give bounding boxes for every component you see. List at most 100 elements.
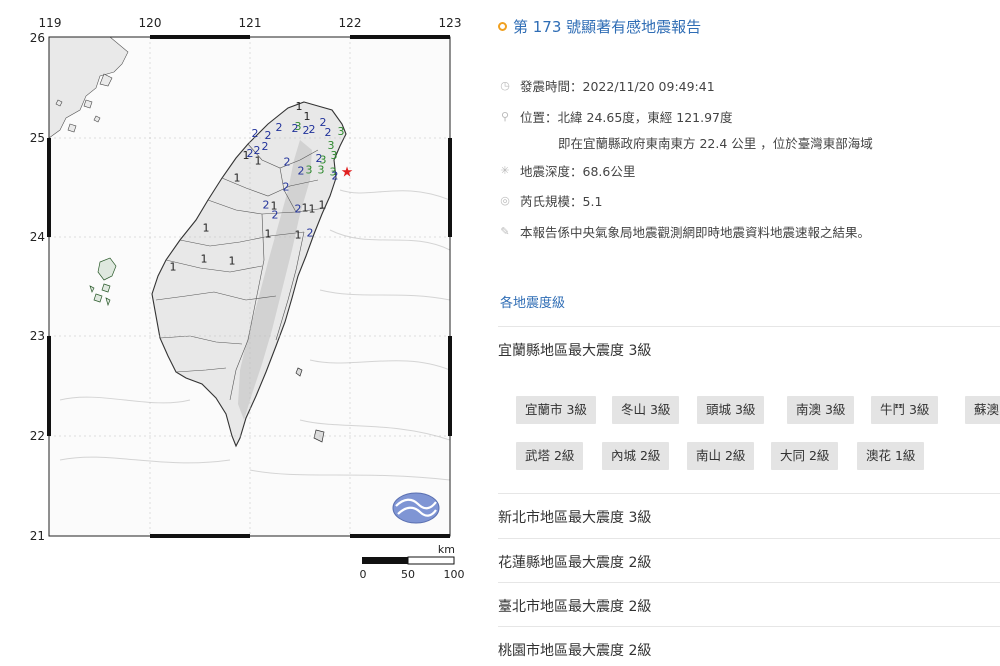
region-row-taipei[interactable]: 臺北市地區最大震度 2級 <box>498 582 1000 626</box>
scale-bar: km 0 50 100 <box>360 543 465 581</box>
lat-tick-label: 22 <box>30 429 45 443</box>
intensity-marker: 3 <box>338 125 345 138</box>
region-name: 桃園市地區最大震度 2級 <box>498 643 652 659</box>
intensity-marker: 1 <box>309 203 316 216</box>
epicenter-layer: ★ <box>341 165 354 181</box>
intensity-marker: 3 <box>318 164 325 177</box>
region-row-new-taipei[interactable]: 新北市地區最大震度 3級 <box>498 493 1000 537</box>
info-note: ✎ 本報告係中央氣象局地震觀測網即時地震資料地震速報之結果。 <box>498 222 870 241</box>
intensity-marker: 1 <box>255 155 262 168</box>
lon-tick-label: 119 <box>39 16 62 30</box>
depth-value: 68.6公里 <box>582 164 636 179</box>
lat-tick-label: 24 <box>30 230 45 244</box>
station-chip[interactable]: 武塔 2級 <box>516 442 584 470</box>
title-dot-icon <box>498 22 507 31</box>
scale-label-100: 100 <box>444 568 465 581</box>
region-name: 宜蘭縣地區最大震度 3級 <box>498 343 652 359</box>
location-detail: 即在宜蘭縣政府東南東方 22.4 公里 ，位於臺灣東部海域 <box>558 136 873 151</box>
report-title: 第 173 號顯著有感地震報告 <box>498 16 701 37</box>
intensity-marker: 1 <box>170 261 177 274</box>
intensity-marker: 2 <box>276 121 283 134</box>
station-chip[interactable]: 內城 2級 <box>602 442 670 470</box>
lat-tick-label: 26 <box>30 31 45 45</box>
intensity-marker: 1 <box>265 228 272 241</box>
intensity-marker: 2 <box>307 227 314 240</box>
time-label: 發震時間： <box>520 79 583 94</box>
station-chip[interactable]: 南山 2級 <box>687 442 755 470</box>
lat-tick-label: 25 <box>30 131 45 145</box>
intensity-marker: 1 <box>295 229 302 242</box>
lon-tick-label: 121 <box>239 16 262 30</box>
intensity-marker: 1 <box>243 149 250 162</box>
region-row-hualien[interactable]: 花蓮縣地區最大震度 2級 <box>498 538 1000 582</box>
scale-unit: km <box>438 543 455 556</box>
report-note: 本報告係中央氣象局地震觀測網即時地震資料地震速報之結果。 <box>520 225 871 240</box>
depth-icon: ✳ <box>500 164 510 177</box>
region-name: 臺北市地區最大震度 2級 <box>498 599 652 615</box>
station-chip[interactable]: 冬山 3級 <box>612 396 680 424</box>
location-value: 北緯 24.65度，東經 121.97度 <box>557 110 733 125</box>
intensity-marker: 1 <box>302 202 309 215</box>
station-chip[interactable]: 蘇澳 <box>965 396 1000 424</box>
station-chip[interactable]: 澳花 1級 <box>857 442 925 470</box>
location-pin-icon: ⚲ <box>500 110 510 123</box>
station-chip[interactable]: 牛鬥 3級 <box>871 396 939 424</box>
lon-tick-labels: 119 120 121 122 123 <box>39 16 462 30</box>
intensity-marker: 2 <box>262 140 269 153</box>
intensity-marker: 1 <box>304 110 311 123</box>
intensity-map: 1122322322222221132332233322121221111112… <box>0 0 480 600</box>
magnitude-value: 5.1 <box>582 194 603 209</box>
intensity-marker: 2 <box>283 181 290 194</box>
station-chip[interactable]: 大同 2級 <box>771 442 839 470</box>
region-row-yilan[interactable]: 宜蘭縣地區最大震度 3級 <box>498 326 1000 370</box>
intensity-marker: 3 <box>331 149 338 162</box>
intensity-marker: 2 <box>295 203 302 216</box>
location-label: 位置： <box>520 110 558 125</box>
intensity-marker: 1 <box>296 100 303 113</box>
region-name: 花蓮縣地區最大震度 2級 <box>498 555 652 571</box>
station-chip[interactable]: 宜蘭市 3級 <box>516 396 596 424</box>
intensity-map-svg: 11 22 32 23 2 22 22221 1323 322 3 3 32212 12 2 1 1 11 1 1 2… <box>30 16 465 581</box>
intensity-marker: 2 <box>298 165 305 178</box>
info-time: ◷ 發震時間：2022/11/20 09:49:41 <box>498 76 715 95</box>
intensity-marker: 2 <box>284 156 291 169</box>
intensity-marker: 1 <box>234 172 241 185</box>
station-chip[interactable]: 南澳 3級 <box>787 396 855 424</box>
lat-tick-label: 23 <box>30 329 45 343</box>
intensity-marker: 2 <box>263 199 270 212</box>
magnitude-label: 芮氏規模： <box>520 194 583 209</box>
intensity-marker: 3 <box>306 164 313 177</box>
intensity-marker: 2 <box>309 123 316 136</box>
intensity-marker: 1 <box>203 222 210 235</box>
clock-icon: ◷ <box>500 79 510 92</box>
lon-tick-label: 122 <box>339 16 362 30</box>
intensity-marker: 2 <box>332 170 339 183</box>
magnitude-icon: ◎ <box>500 194 510 207</box>
intensity-marker: 2 <box>325 126 332 139</box>
lon-tick-label: 123 <box>439 16 462 30</box>
intensity-marker: 1 <box>201 253 208 266</box>
epicenter-star-icon: ★ <box>341 165 354 181</box>
intensity-marker: 3 <box>295 120 302 133</box>
scale-label-0: 0 <box>360 568 367 581</box>
pencil-icon: ✎ <box>500 225 510 238</box>
info-location: ⚲ 位置：北緯 24.65度，東經 121.97度 <box>498 107 733 126</box>
cwb-logo <box>392 492 440 524</box>
section-title[interactable]: 各地震度級 <box>500 292 565 311</box>
region-row-taoyuan[interactable]: 桃園市地區最大震度 2級 <box>498 626 1000 666</box>
intensity-marker: 2 <box>272 209 279 222</box>
intensity-marker: 2 <box>252 127 259 140</box>
lat-tick-labels: 26 25 24 23 22 21 <box>30 31 45 543</box>
time-value: 2022/11/20 09:49:41 <box>582 79 715 94</box>
intensity-marker: 1 <box>319 199 326 212</box>
report-panel: 第 173 號顯著有感地震報告 ◷ 發震時間：2022/11/20 09:49:… <box>490 0 1000 666</box>
scale-label-50: 50 <box>401 568 415 581</box>
lon-tick-label: 120 <box>139 16 162 30</box>
lat-tick-label: 21 <box>30 529 45 543</box>
info-depth: ✳ 地震深度：68.6公里 <box>498 161 635 180</box>
intensity-marker: 1 <box>229 255 236 268</box>
station-chip[interactable]: 頭城 3級 <box>697 396 765 424</box>
depth-label: 地震深度： <box>520 164 583 179</box>
region-name: 新北市地區最大震度 3級 <box>498 510 652 526</box>
report-title-text: 第 173 號顯著有感地震報告 <box>513 18 702 36</box>
